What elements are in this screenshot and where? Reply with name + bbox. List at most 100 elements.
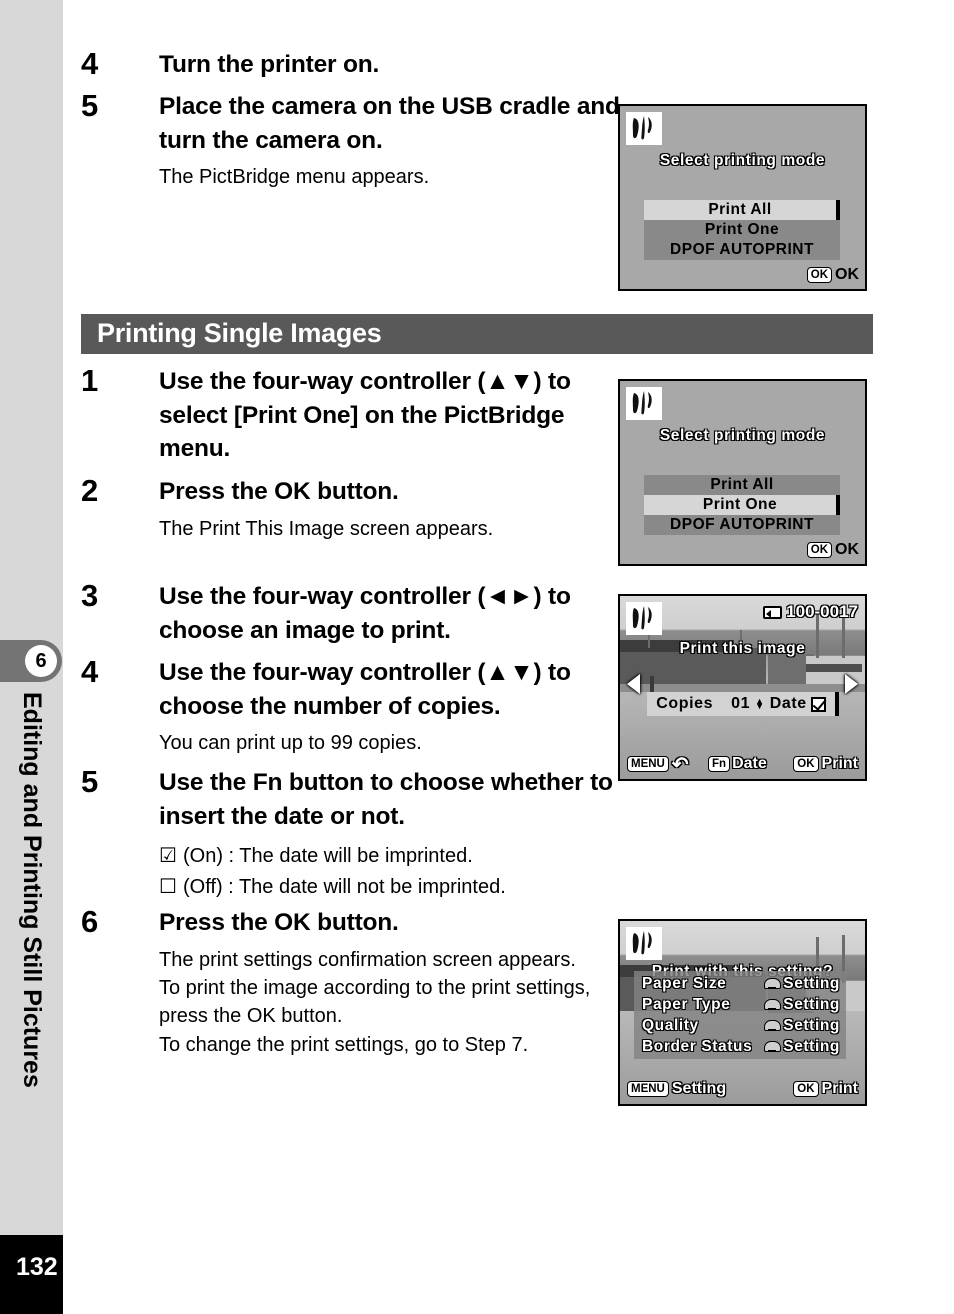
chapter-title-label: Editing and Printing Still Pictures — [18, 692, 46, 1088]
step-title: Turn the printer on. — [159, 51, 380, 78]
setting-row-border-status[interactable]: Border Status Setting — [634, 1036, 846, 1057]
date-option-on-label: (On) : The date will be imprinted. — [183, 845, 473, 868]
fn-hint-label: Date — [732, 755, 767, 772]
ok-hint-label: Print — [821, 755, 858, 772]
lcd-select-printing-mode-print-one: Select printing mode Print All Print One… — [618, 379, 867, 566]
setting-value: Setting — [764, 975, 840, 993]
printing-mode-menu: Print All Print One DPOF AUTOPRINT — [644, 200, 840, 260]
chapter-number-badge: 6 — [25, 645, 57, 677]
copies-label: Copies — [656, 695, 714, 712]
printer-icon — [764, 1041, 782, 1052]
menu-chip-icon: MENU — [627, 756, 669, 772]
menu-item-dpof-autoprint[interactable]: DPOF AUTOPRINT — [644, 240, 840, 260]
step-description: The PictBridge menu appears. — [159, 166, 430, 189]
step-title: Place the camera on the USB cradle and t… — [159, 93, 620, 154]
page-number-label: 132 — [16, 1253, 58, 1281]
ok-button-hint[interactable]: OK OK — [806, 541, 859, 559]
pictbridge-logo-icon — [626, 927, 662, 960]
arrow-right-icon[interactable] — [845, 674, 858, 694]
lcd-print-with-this-setting: Print with this setting? Paper Size Sett… — [618, 919, 867, 1106]
setting-label: Paper Type — [642, 995, 731, 1013]
stepper-icon[interactable]: ▲ ▼ — [755, 697, 765, 711]
step-body: Use the four-way controller (▲▼) to sele… — [159, 365, 629, 466]
main-content: 4 Turn the printer on. 5 Place the camer… — [63, 0, 954, 1314]
step-body: Place the camera on the USB cradle and t… — [159, 90, 629, 192]
photo-windows-right — [806, 664, 862, 672]
date-checkbox-icon[interactable] — [810, 696, 826, 712]
step-number: 6 — [81, 904, 99, 939]
setting-label: Quality — [642, 1016, 699, 1034]
pictbridge-logo-icon — [626, 112, 662, 145]
copies-date-bar[interactable]: Copies 01 ▲ ▼ Date — [647, 692, 839, 716]
back-arrow-icon: ↶ — [671, 753, 689, 776]
lcd-select-printing-mode-print-all: Select printing mode Print All Print One… — [618, 104, 867, 291]
setting-row-quality[interactable]: Quality Setting — [634, 1015, 846, 1036]
setting-label: Paper Size — [642, 974, 727, 992]
lcd-bottom-bar: MENU Setting OK Print — [620, 1074, 865, 1104]
ok-hint-label: OK — [835, 266, 859, 283]
setting-value-label: Setting — [783, 1016, 840, 1034]
sidebar: 6 Editing and Printing Still Pictures — [0, 0, 63, 1235]
lcd-title: Print this image — [679, 640, 806, 657]
setting-label: Border Status — [642, 1037, 753, 1055]
fn-button-hint[interactable]: Fn Date — [708, 755, 767, 773]
ok-button-hint[interactable]: OK Print — [793, 1080, 858, 1098]
chapter-title-vertical: Editing and Printing Still Pictures — [0, 692, 63, 1122]
menu-chip-icon: MENU — [627, 1081, 669, 1097]
date-option-off-label: (Off) : The date will not be imprinted. — [183, 876, 506, 899]
arrow-left-icon[interactable] — [627, 674, 640, 694]
step-body: Use the four-way controller (◄►) to choo… — [159, 580, 629, 647]
setting-value: Setting — [764, 1017, 840, 1035]
step-title: Press the OK button. — [159, 909, 399, 936]
menu-button-hint[interactable]: MENU Setting — [627, 1080, 726, 1098]
ok-button-hint[interactable]: OK Print — [793, 755, 858, 773]
step-number: 2 — [81, 473, 99, 508]
step-body: Press the OK button. The print settings … — [159, 906, 629, 1059]
printer-icon — [764, 1020, 782, 1031]
step-body: Use the Fn button to choose whether to i… — [159, 766, 629, 903]
pictbridge-logo-icon — [626, 602, 662, 635]
frame-number: 100-0017 — [763, 602, 858, 622]
date-option-on: ☑ (On) : The date will be imprinted. — [159, 841, 629, 872]
ok-chip-icon: OK — [793, 756, 819, 772]
menu-item-print-one[interactable]: Print One — [644, 495, 840, 515]
menu-item-print-one[interactable]: Print One — [644, 220, 840, 240]
lcd-title: Select printing mode — [659, 152, 826, 169]
step-description: The Print This Image screen appears. — [159, 517, 494, 540]
setting-value: Setting — [764, 1038, 840, 1056]
setting-value-label: Setting — [783, 1037, 840, 1055]
section-heading-bar: Printing Single Images — [81, 314, 873, 354]
setting-value: Setting — [764, 996, 840, 1014]
print-settings-list: Paper Size Setting Paper Type Setting Qu… — [634, 971, 846, 1059]
step-number: 1 — [81, 363, 99, 398]
step-body: Press the OK button. The Print This Imag… — [159, 475, 629, 543]
menu-item-print-all[interactable]: Print All — [644, 475, 840, 495]
step-number: 3 — [81, 578, 99, 613]
step-description: You can print up to 99 copies. — [159, 732, 422, 755]
printer-icon — [764, 999, 782, 1010]
date-label: Date — [769, 695, 807, 712]
step-body: Use the four-way controller (▲▼) to choo… — [159, 656, 629, 758]
setting-row-paper-type[interactable]: Paper Type Setting — [634, 994, 846, 1015]
ok-hint-label: OK — [835, 541, 859, 558]
lcd-title: Select printing mode — [659, 427, 826, 444]
menu-item-print-all[interactable]: Print All — [644, 200, 840, 220]
step-number: 5 — [81, 764, 99, 799]
memory-card-icon — [763, 605, 783, 619]
step-title: Use the four-way controller (▲▼) to choo… — [159, 659, 571, 720]
step-description: The print settings confirmation screen a… — [159, 948, 591, 1056]
setting-value-label: Setting — [783, 974, 840, 992]
ok-button-hint[interactable]: OK OK — [806, 266, 859, 284]
step-body: Turn the printer on. — [159, 48, 629, 82]
section-heading-label: Printing Single Images — [97, 318, 382, 348]
setting-row-paper-size[interactable]: Paper Size Setting — [634, 973, 846, 994]
menu-button-hint[interactable]: MENU ↶ — [627, 752, 689, 777]
lcd-print-this-image: 100-0017 Print this image Copies 01 ▲ ▼ D… — [618, 594, 867, 781]
menu-item-dpof-autoprint[interactable]: DPOF AUTOPRINT — [644, 515, 840, 535]
ok-chip-icon: OK — [806, 542, 832, 558]
step-title: Use the Fn button to choose whether to i… — [159, 769, 613, 830]
chapter-tab: 6 — [0, 640, 62, 682]
photo-hedge — [620, 684, 865, 692]
frame-number-label: 100-0017 — [786, 602, 858, 621]
ok-hint-label: Print — [821, 1080, 858, 1097]
